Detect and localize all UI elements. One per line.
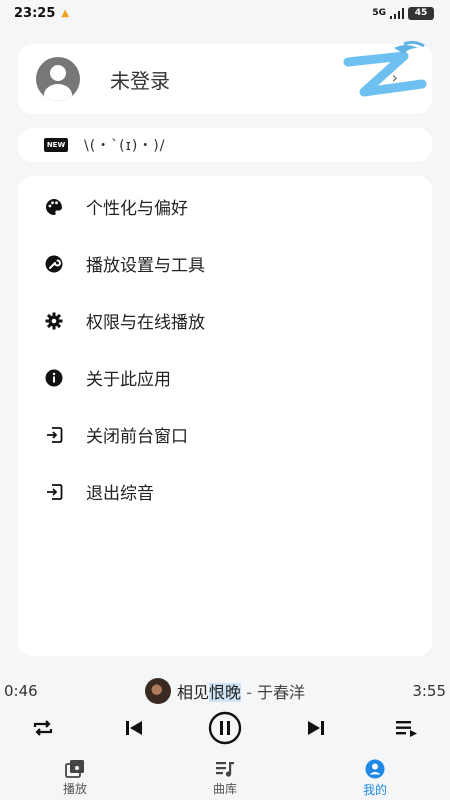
song-artist: 于春洋 [256, 683, 305, 702]
signal-icon [390, 7, 404, 19]
wrench-icon [44, 254, 64, 274]
app-logo-icon [343, 40, 427, 97]
menu-item-label: 权限与在线播放 [86, 313, 205, 333]
total-duration: 3:55 [412, 682, 446, 700]
avatar-icon [36, 57, 80, 101]
menu-item-label: 关于此应用 [86, 370, 171, 390]
song-title-highlight: 恨晚 [209, 683, 242, 702]
account-card[interactable]: 未登录 › [18, 40, 432, 114]
menu-item-permissions[interactable]: 权限与在线播放 [18, 292, 432, 349]
settings-menu: 个性化与偏好 播放设置与工具 权限与在线播放 关于此应用 关闭前台窗口 退出综音 [18, 176, 432, 656]
menu-item-close-window[interactable]: 关闭前台窗口 [18, 406, 432, 463]
repeat-button[interactable] [26, 711, 60, 745]
song-separator: - [241, 683, 257, 702]
palette-icon [44, 197, 64, 217]
elapsed-time: 0:46 [4, 682, 38, 700]
repeat-icon [33, 720, 53, 736]
menu-item-label: 个性化与偏好 [86, 199, 188, 219]
announcement-text: \(・`(ɪ)・)/ [84, 138, 166, 154]
menu-item-label: 播放设置与工具 [86, 256, 205, 276]
album-icon [65, 759, 84, 778]
pause-button[interactable] [208, 711, 242, 745]
nav-label: 播放 [62, 781, 87, 796]
next-button[interactable] [299, 711, 333, 745]
nav-tab-play[interactable]: 播放 [15, 759, 135, 797]
library-icon [216, 761, 234, 777]
gear-icon [44, 311, 64, 331]
menu-item-playback-settings[interactable]: 播放设置与工具 [18, 235, 432, 292]
song-info[interactable]: 相见恨晚 - 于春洋 [145, 678, 305, 704]
status-time: 23:25 [14, 5, 56, 21]
new-badge: NEW [44, 138, 68, 152]
menu-item-label: 关闭前台窗口 [86, 427, 188, 447]
notification-icon: ▲ [61, 7, 70, 19]
nav-label: 我的 [362, 782, 387, 797]
queue-button[interactable] [390, 711, 424, 745]
pause-icon [208, 711, 242, 745]
skip-next-icon [308, 721, 324, 735]
menu-item-label: 退出综音 [86, 484, 154, 504]
account-name: 未登录 [110, 68, 170, 93]
announcement-card[interactable]: NEW \(・`(ɪ)・)/ [18, 128, 432, 162]
nav-tab-mine[interactable]: 我的 [315, 759, 435, 798]
status-bar: 23:25 ▲ 5G 45 [0, 0, 450, 26]
battery-icon: 45 [408, 6, 434, 20]
song-title-part: 相见 [177, 683, 210, 702]
song-title: 相见恨晚 - 于春洋 [177, 679, 305, 703]
account-icon [365, 759, 385, 778]
skip-previous-icon [126, 721, 142, 735]
previous-button[interactable] [117, 711, 151, 745]
nav-label: 曲库 [212, 781, 237, 796]
menu-item-personalization[interactable]: 个性化与偏好 [18, 178, 432, 235]
queue-icon [396, 721, 417, 737]
exit-icon [44, 425, 64, 445]
menu-item-exit-app[interactable]: 退出综音 [18, 463, 432, 520]
now-playing-bar[interactable]: 0:46 相见恨晚 - 于春洋 3:55 [0, 678, 450, 704]
menu-item-about[interactable]: 关于此应用 [18, 349, 432, 406]
info-icon [44, 368, 64, 388]
exit-icon [44, 482, 64, 502]
network-label: 5G [372, 8, 386, 18]
playback-controls [0, 710, 450, 746]
bottom-navigation: 播放 曲库 我的 [0, 756, 450, 800]
album-art [145, 678, 171, 704]
nav-tab-library[interactable]: 曲库 [165, 760, 285, 797]
